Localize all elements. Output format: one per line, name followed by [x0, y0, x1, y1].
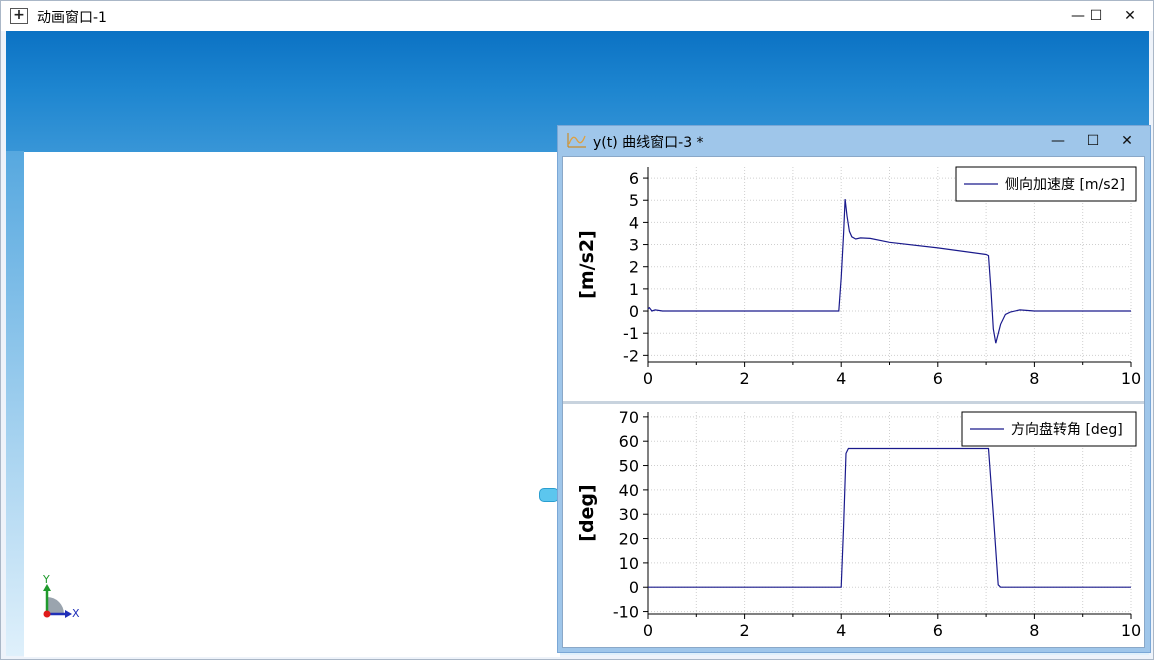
- steering-angle-chart[interactable]: 0 2 4 6 8 10-10010203040506070[deg]方向盘转角 [deg…: [563, 404, 1144, 647]
- y-tick-label: -1: [623, 324, 639, 343]
- x-tick-label: 0: [643, 369, 653, 388]
- plot-window: y(t) 曲线窗口-3 * — ☐ ✕ 0 2 4 6 8 10 -2 -1 0 1 2 3 4 5 6 [m…: [557, 125, 1151, 653]
- y-tick-label: -10: [613, 603, 639, 622]
- y-tick-label: 60: [619, 432, 639, 451]
- y-tick-label: 10: [619, 554, 639, 573]
- plot-close-button[interactable]: ✕: [1110, 126, 1144, 156]
- y-tick-label: 0: [629, 578, 639, 597]
- maximize-button[interactable]: ☐: [1078, 1, 1114, 31]
- y-tick-label: 1: [629, 280, 639, 299]
- legend-label: 方向盘转角 [deg]: [1011, 421, 1123, 438]
- y-tick-label: 4: [629, 213, 639, 232]
- x-tick-label: 0: [643, 621, 653, 640]
- plot-window-icon: [567, 133, 586, 148]
- app-window-icon: +: [10, 8, 28, 24]
- y-tick-label: 20: [619, 530, 639, 549]
- y-tick-label: 5: [629, 191, 639, 210]
- close-button[interactable]: ✕: [1112, 1, 1148, 31]
- y-tick-label: 40: [619, 481, 639, 500]
- viewport-edge: [6, 151, 24, 656]
- y-tick-label: 3: [629, 236, 639, 255]
- plot-titlebar[interactable]: y(t) 曲线窗口-3 * — ☐ ✕: [558, 126, 1150, 156]
- main-titlebar[interactable]: + 动画窗口-1 — ☐ ✕: [1, 1, 1153, 31]
- vehicle-model[interactable]: [539, 488, 559, 502]
- x-tick-label: 4: [836, 369, 846, 388]
- y-tick-label: 2: [629, 258, 639, 277]
- x-tick-label: 6: [933, 621, 943, 640]
- axis-x-label: X: [72, 607, 80, 620]
- y-axis-label: [m/s2]: [576, 230, 598, 299]
- y-tick-label: 6: [629, 169, 639, 188]
- x-tick-label: 2: [740, 621, 750, 640]
- x-tick-label: 10: [1121, 621, 1141, 640]
- x-tick-label: 10: [1121, 369, 1141, 388]
- y-tick-label: 0: [629, 302, 639, 321]
- y-tick-label: -2: [623, 346, 639, 365]
- main-window-title: 动画窗口-1: [37, 10, 107, 26]
- y-tick-label: 50: [619, 457, 639, 476]
- x-tick-label: 8: [1029, 369, 1039, 388]
- y-axis-label: [deg]: [576, 484, 598, 541]
- lateral-accel-chart[interactable]: 0 2 4 6 8 10 -2 -1 0 1 2 3 4 5 6 [m/s2] 侧向加速度 [m/s2]: [563, 157, 1144, 401]
- series-line: [647, 199, 1131, 344]
- axis-y-label: Y: [42, 573, 50, 586]
- plot-maximize-button[interactable]: ☐: [1076, 126, 1110, 156]
- viewport-white-area[interactable]: [24, 152, 560, 657]
- plot-window-title: y(t) 曲线窗口-3 *: [593, 135, 704, 151]
- y-tick-label: 30: [619, 505, 639, 524]
- x-tick-label: 8: [1029, 621, 1039, 640]
- axes-gizmo-icon: Y X: [42, 573, 80, 620]
- x-tick-label: 4: [836, 621, 846, 640]
- y-tick-label: 70: [619, 408, 639, 427]
- x-tick-label: 2: [740, 369, 750, 388]
- plot-minimize-button[interactable]: —: [1041, 126, 1075, 156]
- plot-area[interactable]: 0 2 4 6 8 10 -2 -1 0 1 2 3 4 5 6 [m/s2] 侧向加速度 [m/s2] 024…: [562, 156, 1145, 648]
- x-tick-label: 6: [933, 369, 943, 388]
- legend-label: 侧向加速度 [m/s2]: [1005, 177, 1125, 193]
